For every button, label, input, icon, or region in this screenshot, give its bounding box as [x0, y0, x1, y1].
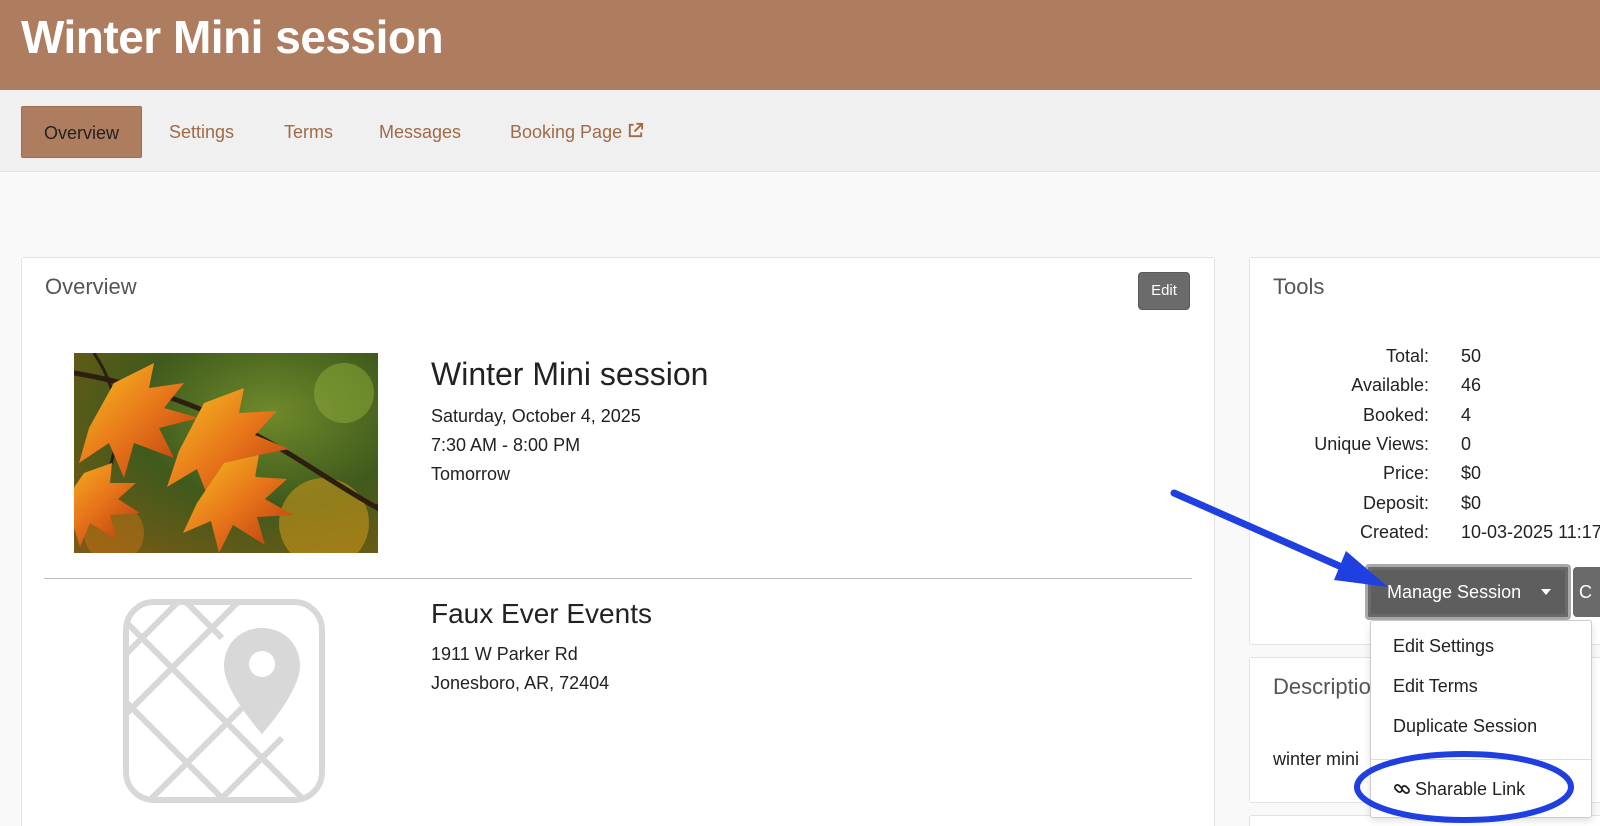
- tab-bar: Overview Settings Terms Messages Booking…: [0, 90, 1600, 172]
- menu-item-sharable-link[interactable]: Sharable Link: [1393, 779, 1525, 803]
- stat-label: Price:: [1382, 463, 1429, 484]
- stat-value: 10-03-2025 11:17: [1461, 521, 1600, 542]
- external-link-icon: [626, 108, 645, 160]
- stat-value: 50: [1461, 346, 1482, 366]
- stat-label: Total:: [1385, 346, 1429, 366]
- description-card-title: Descriptio: [1273, 674, 1371, 699]
- tab-settings[interactable]: Settings: [147, 106, 256, 158]
- location-address-line2: Jonesboro, AR, 72404: [431, 673, 610, 693]
- manage-session-focus-ring: Manage Session: [1365, 564, 1571, 620]
- stat-value: 4: [1461, 404, 1472, 425]
- stat-value: 0: [1461, 433, 1472, 454]
- stat-value: $0: [1461, 492, 1482, 513]
- tab-booking-page-label: Booking Page: [510, 122, 623, 142]
- menu-item-edit-settings[interactable]: Edit Settings: [1393, 636, 1494, 657]
- event-date: Saturday, October 4, 2025: [431, 406, 641, 426]
- stat-label: Created:: [1359, 521, 1429, 542]
- edit-button[interactable]: Edit: [1138, 272, 1190, 310]
- tools-card-title: Tools: [1273, 274, 1325, 299]
- menu-divider: [1371, 759, 1591, 760]
- location-address-line1: 1911 W Parker Rd: [431, 644, 578, 664]
- location-name: Faux Ever Events: [431, 598, 652, 629]
- menu-item-edit-terms[interactable]: Edit Terms: [1393, 676, 1478, 697]
- stat-value: $0: [1461, 463, 1482, 484]
- secondary-tool-button[interactable]: C: [1573, 567, 1600, 617]
- tab-terms[interactable]: Terms: [262, 106, 355, 158]
- overview-card: Overview Edit Winter Mini session Saturd…: [21, 257, 1215, 826]
- menu-item-duplicate-session[interactable]: Duplicate Session: [1393, 716, 1537, 737]
- page-header: Winter Mini session: [0, 0, 1600, 90]
- event-time: 7:30 AM - 8:00 PM: [431, 435, 581, 455]
- session-cover-image: [74, 353, 378, 553]
- manage-session-button[interactable]: Manage Session: [1371, 570, 1565, 614]
- sharable-link-label: Sharable Link: [1415, 779, 1526, 799]
- stat-label: Unique Views:: [1314, 433, 1429, 454]
- page-title: Winter Mini session: [21, 11, 444, 63]
- section-divider: [44, 578, 1192, 579]
- overview-card-title: Overview: [45, 274, 137, 299]
- tab-overview[interactable]: Overview: [21, 106, 143, 158]
- link-icon: [1393, 780, 1411, 803]
- event-relative-date: Tomorrow: [431, 464, 511, 484]
- caret-down-icon: [1541, 589, 1551, 595]
- manage-session-label: Manage Session: [1387, 582, 1522, 602]
- stat-label: Deposit:: [1362, 492, 1429, 513]
- stat-label: Available:: [1351, 375, 1429, 396]
- map-placeholder-icon: [122, 598, 326, 804]
- stat-label: Booked:: [1362, 404, 1429, 425]
- tab-messages[interactable]: Messages: [357, 106, 483, 158]
- tab-booking-page[interactable]: Booking Page: [488, 106, 667, 158]
- stat-value: 46: [1461, 375, 1482, 396]
- manage-session-menu: Edit Settings Edit Terms Duplicate Sessi…: [1370, 620, 1592, 818]
- description-text: winter mini: [1273, 749, 1360, 769]
- event-title: Winter Mini session: [431, 356, 709, 392]
